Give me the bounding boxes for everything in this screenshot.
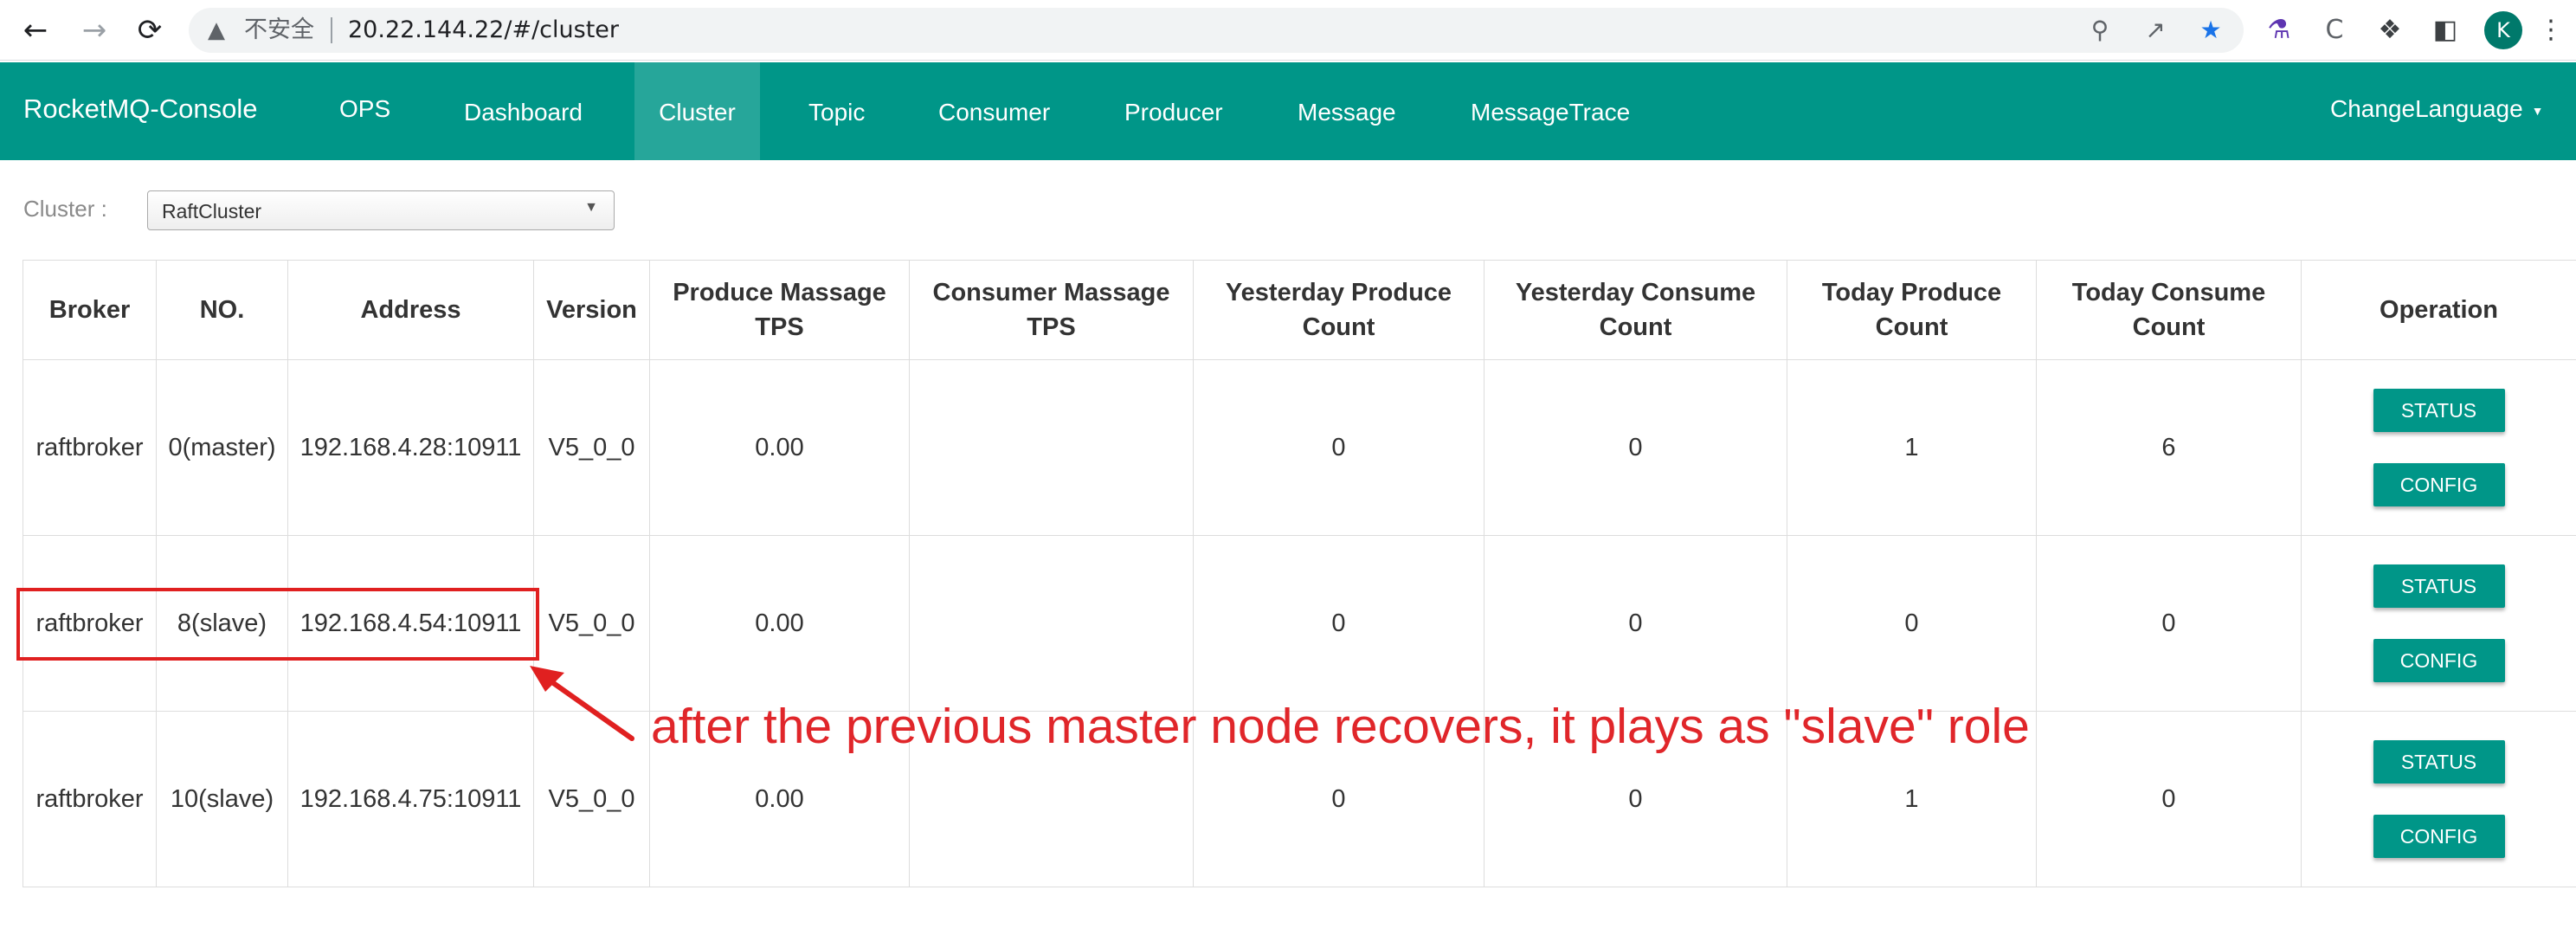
- change-language-label: ChangeLanguage: [2330, 95, 2523, 122]
- profile-avatar[interactable]: K: [2484, 11, 2522, 49]
- header-address: Address: [287, 260, 534, 360]
- cell-today-consume: 6: [2036, 359, 2302, 536]
- cluster-select-value: RaftCluster: [162, 200, 262, 222]
- cell-address: 192.168.4.28:10911: [287, 359, 534, 536]
- nav-ops[interactable]: OPS: [339, 62, 390, 160]
- cell-operation: STATUS CONFIG: [2301, 711, 2576, 887]
- cell-consumer-tps: [909, 535, 1194, 712]
- config-button[interactable]: CONFIG: [2373, 463, 2505, 506]
- cell-address: 192.168.4.75:10911: [287, 711, 534, 887]
- nav-dashboard[interactable]: Dashboard: [464, 62, 583, 160]
- cell-operation: STATUS CONFIG: [2301, 535, 2576, 712]
- cell-today-produce: 1: [1787, 359, 2037, 536]
- menu-icon[interactable]: ⋮: [2538, 12, 2564, 48]
- cluster-select[interactable]: RaftCluster ▼: [147, 190, 615, 230]
- nav-topic[interactable]: Topic: [808, 62, 865, 160]
- cell-yesterday-produce: 0: [1193, 535, 1484, 712]
- status-button[interactable]: STATUS: [2373, 564, 2505, 608]
- header-today-produce: Today Produce Count: [1787, 260, 2037, 360]
- header-produce-tps: Produce Massage TPS: [649, 260, 910, 360]
- status-button[interactable]: STATUS: [2373, 740, 2505, 784]
- cell-version: V5_0_0: [533, 359, 650, 536]
- cell-yesterday-produce: 0: [1193, 359, 1484, 536]
- url-text[interactable]: 20.22.144.22/#/cluster: [348, 17, 619, 43]
- highlight-box: [16, 588, 539, 661]
- caret-down-icon: ▼: [2531, 103, 2544, 118]
- divider: [331, 17, 332, 43]
- cell-yesterday-consume: 0: [1484, 535, 1787, 712]
- warning-icon[interactable]: ▲: [208, 16, 232, 44]
- header-yesterday-consume: Yesterday Consume Count: [1484, 260, 1787, 360]
- cell-today-produce: 0: [1787, 535, 2037, 712]
- config-button[interactable]: CONFIG: [2373, 639, 2505, 682]
- nav-message[interactable]: Message: [1298, 62, 1396, 160]
- address-bar[interactable]: ▲ 不安全 20.22.144.22/#/cluster ⚲ ↗ ★: [189, 8, 2244, 53]
- zoom-icon[interactable]: ⚲: [2084, 15, 2116, 46]
- cell-operation: STATUS CONFIG: [2301, 359, 2576, 536]
- browser-toolbar: ← → ⟳ ▲ 不安全 20.22.144.22/#/cluster ⚲ ↗ ★…: [0, 0, 2576, 61]
- cell-yesterday-consume: 0: [1484, 359, 1787, 536]
- config-button[interactable]: CONFIG: [2373, 815, 2505, 858]
- header-yesterday-produce: Yesterday Produce Count: [1193, 260, 1484, 360]
- app-navbar: RocketMQ-Console OPS Dashboard Cluster T…: [0, 62, 2576, 160]
- cell-today-consume: 0: [2036, 535, 2302, 712]
- nav-producer[interactable]: Producer: [1124, 62, 1223, 160]
- table-header-row: Broker NO. Address Version Produce Massa…: [23, 260, 2576, 360]
- cell-no: 0(master): [156, 359, 288, 536]
- header-consumer-tps: Consumer Massage TPS: [909, 260, 1194, 360]
- chevron-down-icon: ▼: [584, 200, 598, 215]
- cell-consumer-tps: [909, 359, 1194, 536]
- header-operation: Operation: [2301, 260, 2576, 360]
- puzzle-icon[interactable]: ❖: [2372, 12, 2408, 48]
- cell-no: 10(slave): [156, 711, 288, 887]
- back-icon[interactable]: ←: [16, 10, 55, 50]
- sidepanel-icon[interactable]: ◧: [2427, 12, 2463, 48]
- broker-table: Broker NO. Address Version Produce Massa…: [23, 260, 2576, 887]
- cell-produce-tps: 0.00: [649, 359, 910, 536]
- table-row: raftbroker 0(master) 192.168.4.28:10911 …: [23, 359, 2576, 536]
- cell-broker: raftbroker: [23, 711, 157, 887]
- cluster-label: Cluster :: [23, 196, 107, 222]
- nav-messagetrace[interactable]: MessageTrace: [1471, 62, 1630, 160]
- extension-c-icon[interactable]: C: [2316, 12, 2353, 48]
- star-icon[interactable]: ★: [2195, 15, 2226, 46]
- insecure-label[interactable]: 不安全: [244, 17, 314, 43]
- annotation-text: after the previous master node recovers,…: [651, 699, 2030, 754]
- header-version: Version: [533, 260, 650, 360]
- status-button[interactable]: STATUS: [2373, 389, 2505, 432]
- cell-produce-tps: 0.00: [649, 535, 910, 712]
- nav-cluster[interactable]: Cluster: [634, 62, 760, 160]
- annotation-arrow-icon: [530, 666, 634, 741]
- share-icon[interactable]: ↗: [2140, 15, 2171, 46]
- cell-broker: raftbroker: [23, 359, 157, 536]
- brand-title[interactable]: RocketMQ-Console: [23, 62, 257, 160]
- forward-icon[interactable]: →: [74, 10, 114, 50]
- labs-icon[interactable]: ⚗: [2261, 12, 2297, 48]
- header-broker: Broker: [23, 260, 157, 360]
- nav-consumer[interactable]: Consumer: [938, 62, 1050, 160]
- reload-icon[interactable]: ⟳: [130, 10, 170, 50]
- change-language-dropdown[interactable]: ChangeLanguage ▼: [2330, 62, 2544, 160]
- header-no: NO.: [156, 260, 288, 360]
- cell-today-consume: 0: [2036, 711, 2302, 887]
- header-today-consume: Today Consume Count: [2036, 260, 2302, 360]
